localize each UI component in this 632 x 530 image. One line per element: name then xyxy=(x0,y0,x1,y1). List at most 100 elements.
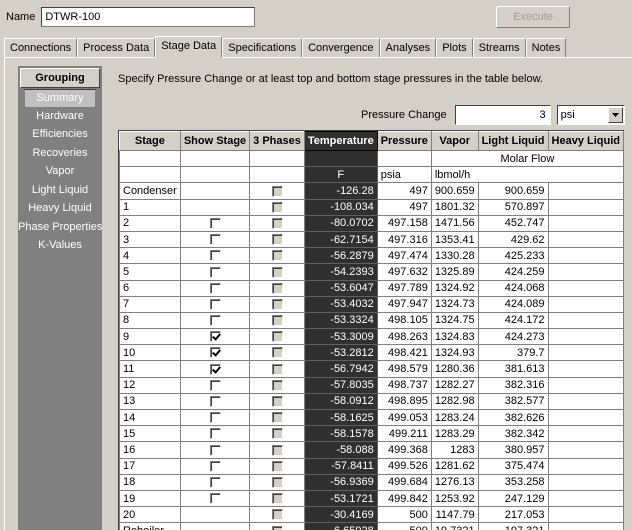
pressure-cell[interactable]: 497.158 xyxy=(376,214,432,232)
temperature-cell[interactable]: -58.0912 xyxy=(303,392,378,411)
column-header-temperature[interactable]: Temperature xyxy=(303,131,378,151)
show-stage-checkbox[interactable] xyxy=(209,347,221,359)
pressure-cell[interactable]: 497.947 xyxy=(376,295,432,313)
tab-connections[interactable]: Connections xyxy=(4,38,78,58)
pressure-change-input[interactable]: 3 xyxy=(454,105,551,125)
show-stage-checkbox[interactable] xyxy=(209,331,221,343)
three-phases-checkbox[interactable] xyxy=(271,509,283,521)
sidebar-item-light-liquid[interactable]: Light Liquid xyxy=(18,182,102,201)
three-phases-checkbox[interactable] xyxy=(271,282,283,294)
temperature-cell[interactable]: -57.8035 xyxy=(303,376,378,394)
pressure-cell[interactable]: 499.368 xyxy=(376,441,432,459)
three-phases-checkbox[interactable] xyxy=(271,185,283,197)
column-header-heavy-liquid[interactable]: Heavy Liquid xyxy=(547,131,624,151)
temperature-cell[interactable]: -108.034 xyxy=(303,198,378,216)
execute-button[interactable]: Execute xyxy=(496,6,570,28)
tab-stage-data[interactable]: Stage Data xyxy=(155,36,223,58)
three-phases-checkbox[interactable] xyxy=(271,396,283,407)
three-phases-checkbox[interactable] xyxy=(271,298,283,310)
temperature-cell[interactable]: -58.088 xyxy=(303,441,378,459)
pressure-cell[interactable]: 497 xyxy=(376,182,432,200)
pressure-cell[interactable]: 497.789 xyxy=(376,279,432,297)
pressure-cell[interactable]: 500 xyxy=(376,506,432,524)
temperature-cell[interactable]: -56.7942 xyxy=(303,360,378,378)
show-stage-checkbox[interactable] xyxy=(209,315,221,327)
three-phases-checkbox[interactable] xyxy=(271,412,283,424)
tab-specifications[interactable]: Specifications xyxy=(222,38,303,58)
show-stage-checkbox[interactable] xyxy=(209,379,221,391)
name-input[interactable] xyxy=(41,7,256,27)
tab-streams[interactable]: Streams xyxy=(472,38,526,58)
column-header-vapor[interactable]: Vapor xyxy=(430,131,479,151)
column-header-3-phases[interactable]: 3 Phases xyxy=(249,131,305,151)
three-phases-checkbox[interactable] xyxy=(271,347,283,359)
pressure-cell[interactable]: 499.684 xyxy=(376,473,432,491)
pressure-unit-select[interactable]: psi xyxy=(556,105,625,125)
pressure-cell[interactable]: 499.526 xyxy=(376,457,432,475)
three-phases-checkbox[interactable] xyxy=(271,331,283,343)
pressure-cell[interactable]: 497 xyxy=(376,198,432,216)
column-header-light-liquid[interactable]: Light Liquid xyxy=(477,131,549,151)
three-phases-checkbox[interactable] xyxy=(271,493,283,505)
pressure-cell[interactable]: 498.421 xyxy=(376,344,432,362)
sidebar-item-recoveries[interactable]: Recoveries xyxy=(18,145,102,164)
three-phases-checkbox[interactable] xyxy=(271,363,283,375)
column-header-stage[interactable]: Stage xyxy=(119,131,181,151)
show-stage-checkbox[interactable] xyxy=(209,282,221,294)
chevron-down-icon[interactable] xyxy=(607,107,623,123)
temperature-cell[interactable]: -126.28 xyxy=(303,182,378,200)
pressure-cell[interactable]: 497.474 xyxy=(376,247,432,265)
sidebar-item-hardware[interactable]: Hardware xyxy=(18,108,102,127)
sidebar-item-summary[interactable]: Summary xyxy=(24,89,96,108)
temperature-cell[interactable]: -53.2812 xyxy=(303,344,378,362)
pressure-cell[interactable]: 498.737 xyxy=(376,376,432,394)
temperature-cell[interactable]: -6.65928 xyxy=(303,522,378,530)
temperature-cell[interactable]: -54.2393 xyxy=(303,263,378,281)
sidebar-item-k-values[interactable]: K-Values xyxy=(18,237,102,256)
temperature-cell[interactable]: -30.4169 xyxy=(303,506,378,524)
three-phases-checkbox[interactable] xyxy=(271,315,283,327)
pressure-cell[interactable]: 500 xyxy=(376,522,432,530)
sidebar-item-efficiencies[interactable]: Efficiencies xyxy=(18,126,102,145)
show-stage-checkbox[interactable] xyxy=(209,363,221,375)
show-stage-checkbox[interactable] xyxy=(209,266,221,278)
temperature-cell[interactable]: -56.2879 xyxy=(303,247,378,265)
pressure-cell[interactable]: 497.316 xyxy=(376,230,432,249)
show-stage-checkbox[interactable] xyxy=(209,476,221,488)
tab-convergence[interactable]: Convergence xyxy=(302,38,380,58)
pressure-cell[interactable]: 497.632 xyxy=(376,263,432,281)
pressure-cell[interactable]: 499.211 xyxy=(376,425,432,443)
show-stage-checkbox[interactable] xyxy=(209,412,221,424)
temperature-cell[interactable]: -58.1625 xyxy=(303,408,378,427)
temperature-cell[interactable]: -53.6047 xyxy=(303,279,378,297)
sidebar-item-heavy-liquid[interactable]: Heavy Liquid xyxy=(18,200,102,219)
pressure-cell[interactable]: 499.053 xyxy=(376,408,432,427)
show-stage-checkbox[interactable] xyxy=(209,298,221,310)
show-stage-checkbox[interactable] xyxy=(209,493,221,505)
show-stage-checkbox[interactable] xyxy=(209,428,221,440)
three-phases-checkbox[interactable] xyxy=(271,460,283,472)
temperature-cell[interactable]: -58.1578 xyxy=(303,425,378,443)
three-phases-checkbox[interactable] xyxy=(271,217,283,229)
pressure-cell[interactable]: 498.579 xyxy=(376,360,432,378)
show-stage-checkbox[interactable] xyxy=(209,217,221,229)
temperature-cell[interactable]: -62.7154 xyxy=(303,230,378,249)
temperature-cell[interactable]: -53.3009 xyxy=(303,328,378,346)
temperature-cell[interactable]: -56.9369 xyxy=(303,473,378,491)
temperature-cell[interactable]: -53.4032 xyxy=(303,295,378,313)
temperature-cell[interactable]: -53.3324 xyxy=(303,311,378,330)
temperature-cell[interactable]: -57.8411 xyxy=(303,457,378,475)
show-stage-checkbox[interactable] xyxy=(209,250,221,262)
pressure-cell[interactable]: 498.105 xyxy=(376,311,432,330)
tab-process-data[interactable]: Process Data xyxy=(77,38,156,58)
temperature-cell[interactable]: -53.1721 xyxy=(303,489,378,508)
three-phases-checkbox[interactable] xyxy=(271,379,283,391)
three-phases-checkbox[interactable] xyxy=(271,444,283,456)
tab-plots[interactable]: Plots xyxy=(436,38,473,58)
column-header-pressure[interactable]: Pressure xyxy=(376,131,432,151)
column-header-show-stage[interactable]: Show Stage xyxy=(179,131,251,151)
show-stage-checkbox[interactable] xyxy=(209,460,221,472)
show-stage-checkbox[interactable] xyxy=(209,234,221,246)
three-phases-checkbox[interactable] xyxy=(271,476,283,488)
tab-analyses[interactable]: Analyses xyxy=(379,38,437,58)
